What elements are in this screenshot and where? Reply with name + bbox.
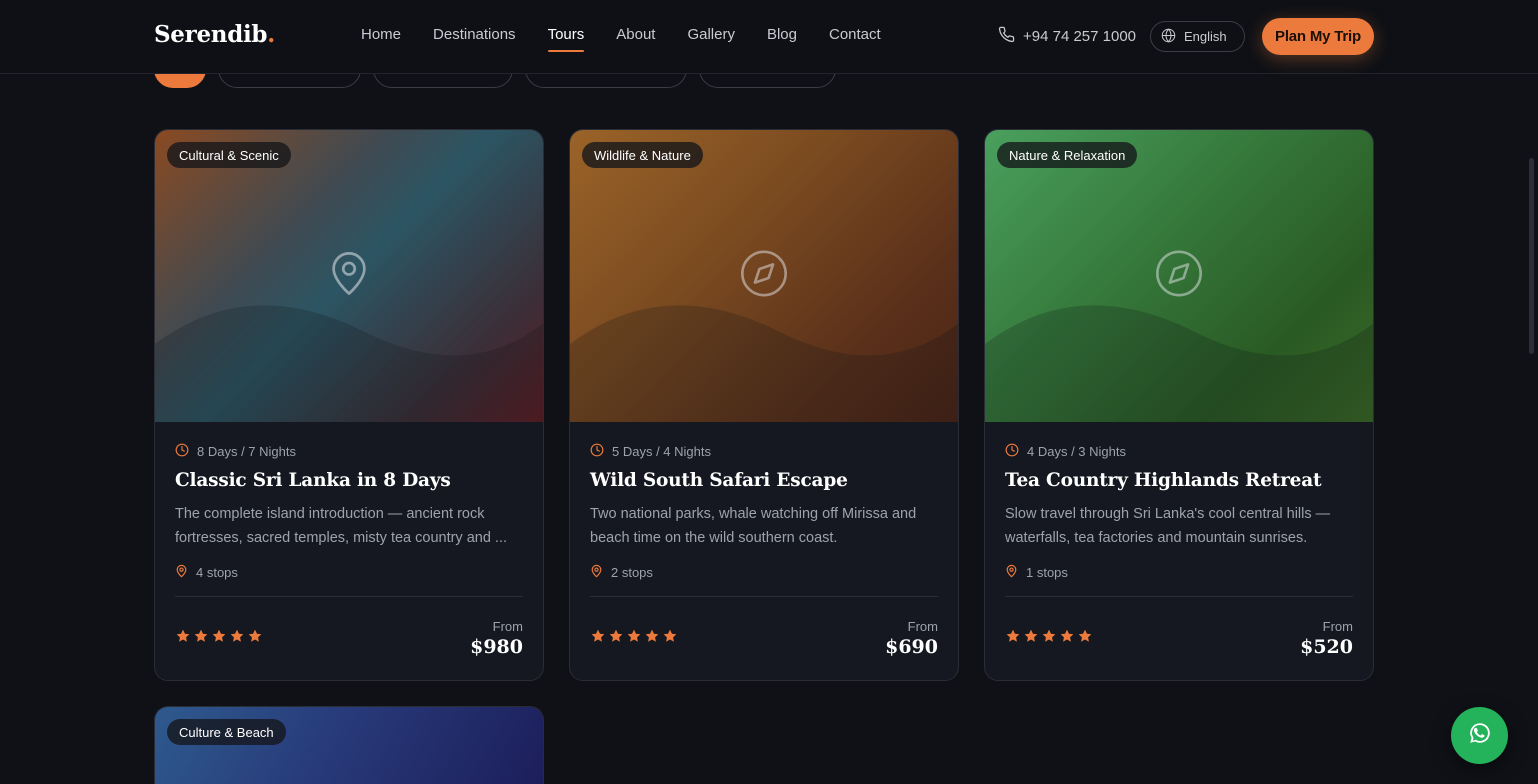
tour-duration: 5 Days / 4 Nights xyxy=(590,442,938,460)
star-icon xyxy=(1023,628,1039,649)
compass-icon xyxy=(1153,248,1205,305)
tour-stops: 1 stops xyxy=(1005,563,1353,581)
duration-text: 8 Days / 7 Nights xyxy=(197,443,296,459)
tour-duration: 4 Days / 3 Nights xyxy=(1005,442,1353,460)
plan-my-trip-button[interactable]: Plan My Trip xyxy=(1262,18,1374,55)
phone-number: +94 74 257 1000 xyxy=(1023,28,1137,45)
nav-about[interactable]: About xyxy=(616,26,655,43)
nav-blog[interactable]: Blog xyxy=(767,26,797,43)
stops-text: 2 stops xyxy=(611,564,653,580)
duration-text: 4 Days / 3 Nights xyxy=(1027,443,1126,459)
category-badge: Nature & Relaxation xyxy=(997,142,1138,168)
tour-image: Nature & Relaxation xyxy=(985,130,1373,422)
tour-duration: 8 Days / 7 Nights xyxy=(175,442,523,460)
clock-icon xyxy=(590,443,604,460)
whatsapp-icon xyxy=(1468,721,1492,750)
tour-description: Slow travel through Sri Lanka's cool cen… xyxy=(1005,506,1331,546)
tour-card[interactable]: Culture & Beach xyxy=(154,706,544,784)
tour-description: The complete island introduction — ancie… xyxy=(175,506,508,546)
globe-icon xyxy=(1161,28,1176,46)
tour-image: Cultural & Scenic xyxy=(155,130,543,422)
stops-text: 4 stops xyxy=(196,564,238,580)
tour-price: $690 xyxy=(885,635,938,658)
page-scrollbar[interactable] xyxy=(1529,158,1534,354)
price-block: From $980 xyxy=(470,619,523,658)
stops-text: 1 stops xyxy=(1026,564,1068,580)
nav-contact[interactable]: Contact xyxy=(829,26,881,43)
category-badge: Wildlife & Nature xyxy=(582,142,703,168)
tour-card[interactable]: Nature & Relaxation 4 Days / 3 Nights Te… xyxy=(984,129,1374,681)
nav-tours[interactable]: Tours xyxy=(547,26,584,52)
map-pin-icon xyxy=(175,564,188,581)
star-icon xyxy=(211,628,227,649)
brand-logo[interactable]: Serendib. xyxy=(154,21,275,48)
compass-icon xyxy=(738,248,790,305)
star-icon xyxy=(1041,628,1057,649)
category-badge: Culture & Beach xyxy=(167,719,286,745)
rating-stars xyxy=(175,628,263,649)
wave-decoration xyxy=(985,305,1373,422)
map-pin-icon xyxy=(1005,564,1018,581)
star-icon xyxy=(1059,628,1075,649)
tour-image: Wildlife & Nature xyxy=(570,130,958,422)
star-icon xyxy=(662,628,678,649)
tour-title[interactable]: Tea Country Highlands Retreat xyxy=(1005,470,1353,491)
price-block: From $520 xyxy=(1300,619,1353,658)
star-icon xyxy=(247,628,263,649)
wave-decoration xyxy=(570,305,958,422)
star-icon xyxy=(1005,628,1021,649)
price-from-label: From xyxy=(492,618,523,634)
wave-decoration xyxy=(155,305,543,422)
star-icon xyxy=(175,628,191,649)
star-icon xyxy=(1077,628,1093,649)
map-pin-icon xyxy=(590,564,603,581)
language-selector[interactable]: English xyxy=(1150,21,1245,52)
tour-image: Culture & Beach xyxy=(155,707,543,784)
nav-home[interactable]: Home xyxy=(361,26,401,43)
star-icon xyxy=(590,628,606,649)
duration-text: 5 Days / 4 Nights xyxy=(612,443,711,459)
rating-stars xyxy=(1005,628,1093,649)
star-icon xyxy=(644,628,660,649)
tour-stops: 4 stops xyxy=(175,563,523,581)
rating-stars xyxy=(590,628,678,649)
star-icon xyxy=(229,628,245,649)
phone-link[interactable]: +94 74 257 1000 xyxy=(998,26,1136,47)
tour-price: $520 xyxy=(1300,635,1353,658)
tour-title[interactable]: Classic Sri Lanka in 8 Days xyxy=(175,470,523,491)
language-label: English xyxy=(1184,29,1227,44)
star-icon xyxy=(193,628,209,649)
map-pin-icon xyxy=(326,248,372,305)
whatsapp-button[interactable] xyxy=(1451,707,1508,764)
tour-price: $980 xyxy=(470,635,523,658)
price-from-label: From xyxy=(907,618,938,634)
nav-gallery[interactable]: Gallery xyxy=(687,26,735,43)
brand-name: Serendib xyxy=(154,21,268,48)
tour-description: Two national parks, whale watching off M… xyxy=(590,506,917,546)
tour-card[interactable]: Cultural & Scenic 8 Days / 7 Nights Clas… xyxy=(154,129,544,681)
site-header: Serendib. Home Destinations Tours About … xyxy=(0,0,1538,74)
tour-stops: 2 stops xyxy=(590,563,938,581)
tour-title[interactable]: Wild South Safari Escape xyxy=(590,470,938,491)
clock-icon xyxy=(1005,443,1019,460)
category-badge: Cultural & Scenic xyxy=(167,142,291,168)
brand-dot: . xyxy=(267,21,275,48)
price-block: From $690 xyxy=(885,619,938,658)
phone-icon xyxy=(998,26,1015,47)
tour-card[interactable]: Wildlife & Nature 5 Days / 4 Nights Wild… xyxy=(569,129,959,681)
main-nav: Home Destinations Tours About Gallery Bl… xyxy=(361,26,913,52)
clock-icon xyxy=(175,443,189,460)
star-icon xyxy=(608,628,624,649)
star-icon xyxy=(626,628,642,649)
price-from-label: From xyxy=(1322,618,1353,634)
nav-destinations[interactable]: Destinations xyxy=(433,26,516,43)
